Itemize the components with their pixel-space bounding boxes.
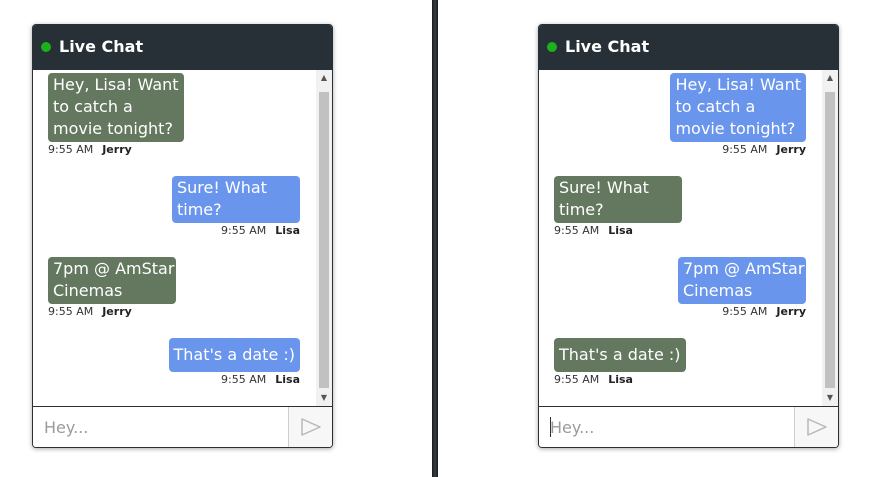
message-bubble: Hey, Lisa! Want to catch a movie tonight? [670,73,806,142]
message-line: 7pm @ AmStar [683,259,805,278]
online-status-icon [547,42,557,52]
message-item: Sure! What time? 9:55 AM Lisa [554,176,682,238]
message-time: 9:55 AM [722,305,768,318]
message-list[interactable]: Hey, Lisa! Want to catch a movie tonight? … [33,70,332,406]
message-bubble: That's a date :) [554,338,686,372]
message-line: time? [559,200,604,219]
message-sender: Jerry [102,143,132,156]
message-sender: Lisa [608,373,633,386]
message-sender: Jerry [776,305,806,318]
send-button[interactable] [288,407,332,447]
send-button[interactable] [794,407,838,447]
message-line: to catch a [675,97,756,116]
scroll-down-arrow-icon[interactable]: ▼ [822,390,838,406]
message-time: 9:55 AM [722,143,768,156]
message-line: Hey, Lisa! Want [53,75,179,94]
scroll-down-arrow-icon[interactable]: ▼ [316,390,332,406]
message-bubble: That's a date :) [168,338,300,372]
message-item: That's a date :) 9:55 AM Lisa [554,338,686,387]
message-sender: Lisa [608,224,633,237]
message-line: time? [177,200,222,219]
message-item: Sure! What time? 9:55 AM Lisa [172,176,300,238]
chat-input-row [539,406,838,447]
scroll-up-arrow-icon[interactable]: ▲ [316,70,332,86]
message-item: Hey, Lisa! Want to catch a movie tonight? … [670,73,806,157]
message-line: Sure! What [177,178,267,197]
message-line: Hey, Lisa! Want [675,75,801,94]
message-meta: 9:55 AM Jerry [48,305,176,319]
online-status-icon [41,42,51,52]
message-time: 9:55 AM [48,305,94,318]
message-bubble: 7pm @ AmStar Cinemas [678,257,806,304]
message-line: Cinemas [53,281,123,300]
message-line: That's a date :) [559,345,681,364]
message-item: Hey, Lisa! Want to catch a movie tonight? … [48,73,184,157]
message-line: Sure! What [559,178,649,197]
message-item: 7pm @ AmStar Cinemas 9:55 AM Jerry [678,257,806,319]
message-item: 7pm @ AmStar Cinemas 9:55 AM Jerry [48,257,176,319]
message-input[interactable] [33,407,287,447]
message-time: 9:55 AM [554,224,600,237]
message-item: That's a date :) 9:55 AM Lisa [168,338,300,387]
message-bubble: Sure! What time? [554,176,682,223]
chat-title: Live Chat [565,37,650,56]
chat-widget-right: Live Chat Hey, Lisa! Want to catch a movie… [538,24,839,448]
message-meta: 9:55 AM Jerry [670,143,806,157]
message-sender: Jerry [776,143,806,156]
message-line: That's a date :) [173,345,296,364]
scrollbar-thumb[interactable] [825,92,835,388]
message-bubble: 7pm @ AmStar Cinemas [48,257,176,304]
message-bubble: Sure! What time? [172,176,300,223]
scroll-up-arrow-icon[interactable]: ▲ [822,70,838,86]
text-caret [550,417,551,437]
message-line: to catch a [53,97,133,116]
send-arrow-icon [300,418,321,436]
send-arrow-icon [806,418,827,436]
message-sender: Jerry [102,305,132,318]
panel-divider [432,0,438,477]
message-scrollbar[interactable]: ▲ ▼ [316,70,332,406]
message-line: movie tonight? [675,119,796,138]
chat-header: Live Chat [33,25,332,70]
message-time: 9:55 AM [221,224,267,237]
chat-header: Live Chat [539,25,838,70]
message-line: 7pm @ AmStar [53,259,175,278]
message-time: 9:55 AM [221,373,267,386]
message-bubble: Hey, Lisa! Want to catch a movie tonight? [48,73,184,142]
message-time: 9:55 AM [48,143,94,156]
message-meta: 9:55 AM Lisa [554,373,686,387]
message-scrollbar[interactable]: ▲ ▼ [822,70,838,406]
message-list[interactable]: Hey, Lisa! Want to catch a movie tonight? … [539,70,838,406]
chat-widget-left: Live Chat Hey, Lisa! Want to catch a movie… [32,24,333,448]
message-input[interactable] [539,407,793,447]
message-line: Cinemas [683,281,753,300]
chat-title: Live Chat [59,37,144,56]
message-meta: 9:55 AM Lisa [554,224,682,238]
message-meta: 9:55 AM Lisa [169,373,300,387]
message-meta: 9:55 AM Jerry [48,143,184,157]
message-time: 9:55 AM [554,373,600,386]
scrollbar-thumb[interactable] [319,92,329,388]
message-meta: 9:55 AM Jerry [678,305,806,319]
message-meta: 9:55 AM Lisa [172,224,300,238]
message-sender: Lisa [275,224,300,237]
chat-input-row [33,406,332,447]
message-line: movie tonight? [53,119,173,138]
message-sender: Lisa [275,373,300,386]
